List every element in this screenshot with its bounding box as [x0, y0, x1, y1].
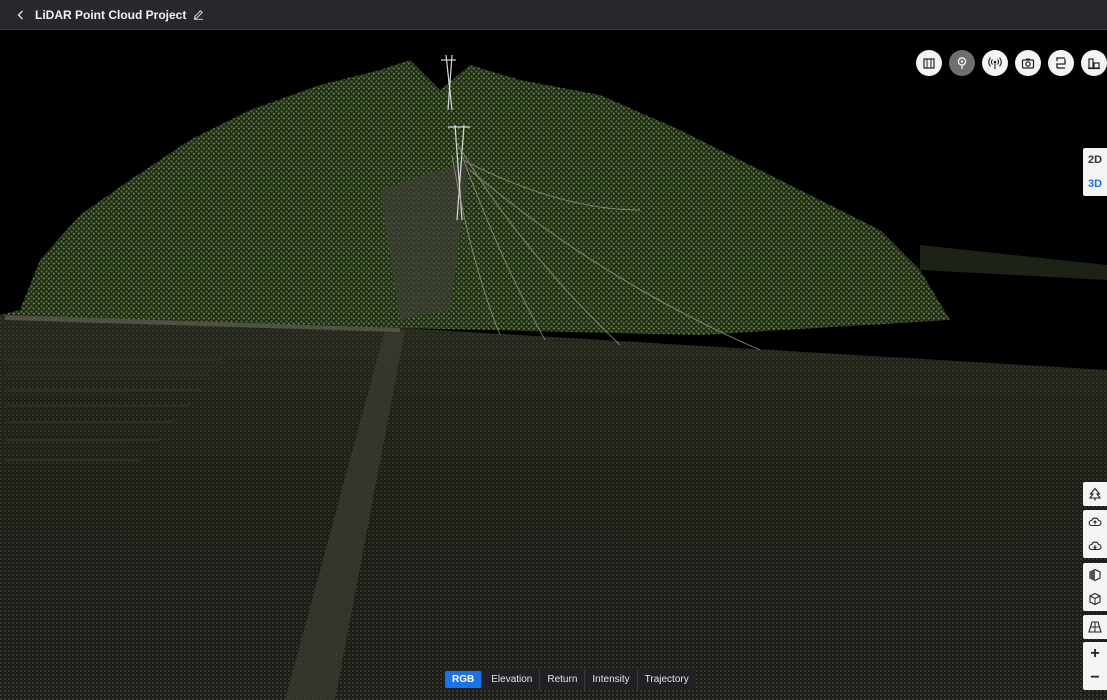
back-arrow-icon[interactable]	[14, 8, 28, 22]
signal-icon[interactable]	[982, 50, 1008, 76]
box-icon[interactable]	[1083, 587, 1107, 611]
top-tool-row	[916, 50, 1107, 76]
cloud-down-icon[interactable]	[1083, 534, 1107, 558]
box-tool-group	[1083, 563, 1107, 611]
camera-icon[interactable]	[1015, 50, 1041, 76]
zoom-controls: + −	[1083, 642, 1107, 690]
grid-tool-group	[1083, 615, 1107, 639]
color-mode-bar: RGB Elevation Return Intensity Trajector…	[443, 669, 696, 690]
tree-icon[interactable]	[1083, 482, 1107, 506]
top-bar: LiDAR Point Cloud Project	[0, 0, 1107, 30]
map-icon[interactable]	[916, 50, 942, 76]
point-cloud-viewport[interactable]: 2D 3D + −	[0, 30, 1107, 700]
cloud-tool-group	[1083, 510, 1107, 558]
box-half-icon[interactable]	[1083, 563, 1107, 587]
building-chart-icon[interactable]	[1081, 50, 1107, 76]
tab-intensity[interactable]: Intensity	[585, 669, 638, 690]
tab-trajectory[interactable]: Trajectory	[638, 669, 696, 690]
view-2d-button[interactable]: 2D	[1083, 148, 1107, 172]
location-pin-icon[interactable]	[949, 50, 975, 76]
view-3d-button[interactable]: 3D	[1083, 172, 1107, 196]
cloud-up-icon[interactable]	[1083, 510, 1107, 534]
zoom-out-button[interactable]: −	[1083, 666, 1107, 690]
grid-perspective-icon[interactable]	[1083, 615, 1107, 639]
tab-rgb[interactable]: RGB	[445, 671, 483, 688]
page-title: LiDAR Point Cloud Project	[35, 7, 187, 22]
edit-pencil-icon[interactable]	[193, 9, 205, 21]
zoom-in-button[interactable]: +	[1083, 642, 1107, 666]
point-cloud-scene	[0, 54, 1107, 700]
tab-elevation[interactable]: Elevation	[484, 669, 541, 690]
tree-tool-group	[1083, 482, 1107, 506]
route-icon[interactable]	[1048, 50, 1074, 76]
view-mode-toggle: 2D 3D	[1083, 148, 1107, 196]
tab-return[interactable]: Return	[540, 669, 586, 690]
